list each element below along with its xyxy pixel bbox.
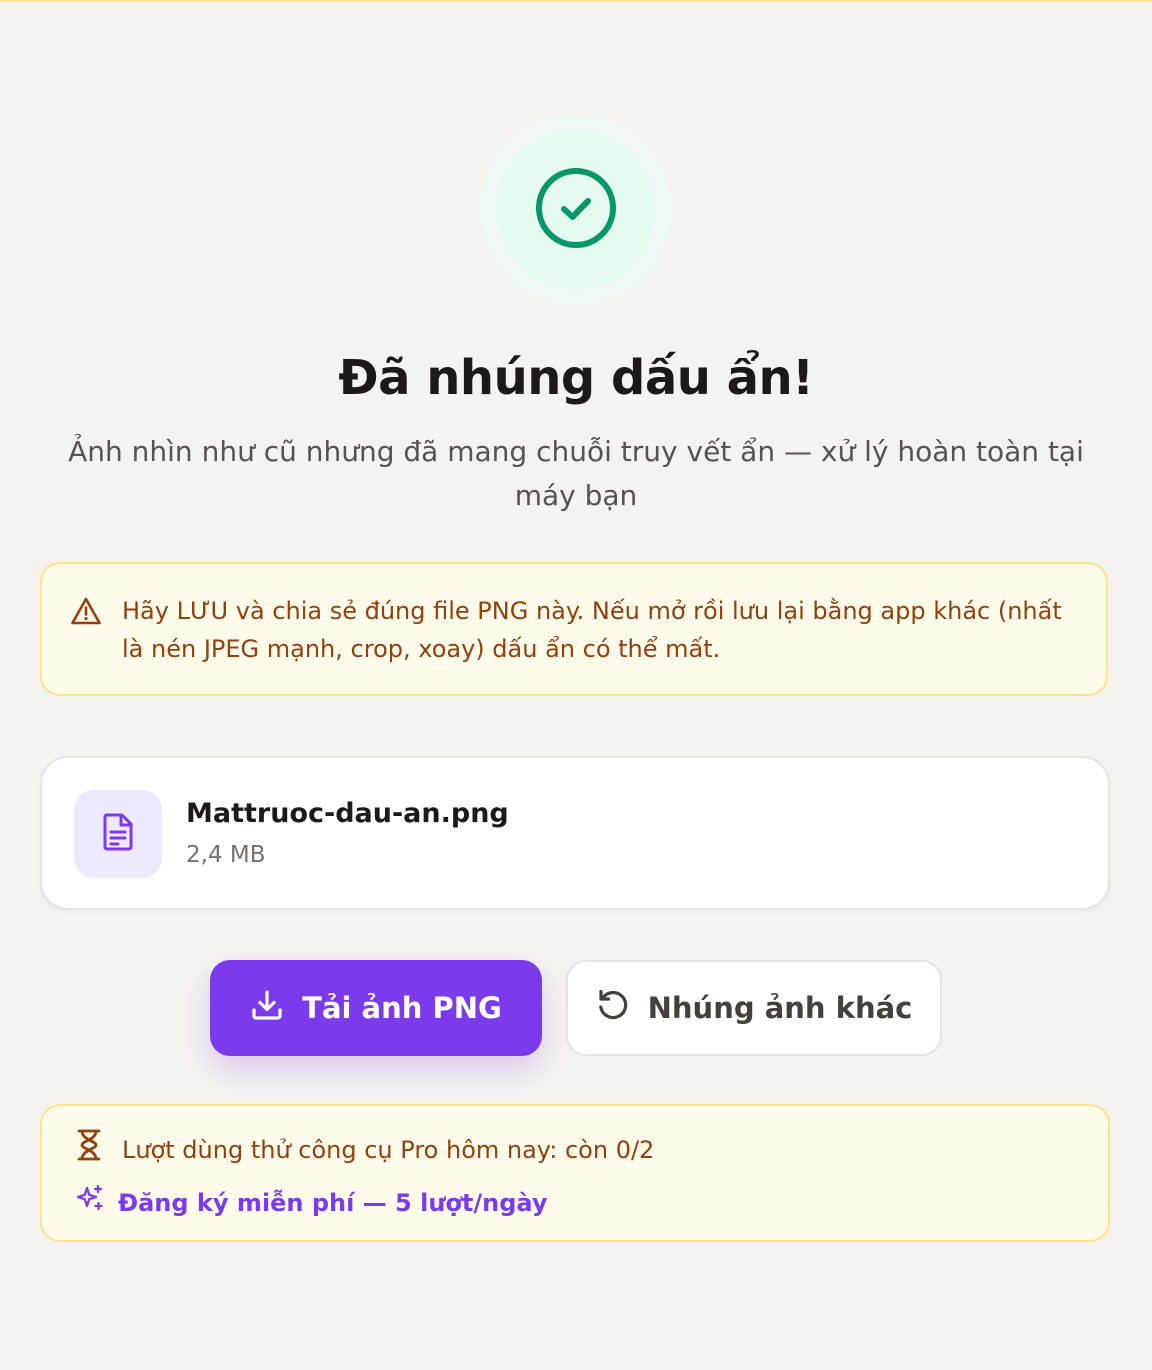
page-subtitle: Ảnh nhìn như cũ nhưng đã mang chuỗi truy… (68, 435, 1084, 512)
output-file-card: Mattruoc-dau-an.png 2,4 MB (40, 756, 1110, 910)
success-badge (480, 114, 672, 306)
download-png-button[interactable]: Tải ảnh PNG (210, 960, 542, 1056)
sparkles-icon (76, 1184, 104, 1222)
save-warning-banner: Hãy LƯU và chia sẻ đúng file PNG này. Nế… (40, 562, 1108, 696)
quota-banner: Lượt dùng thử công cụ Pro hôm nay: còn 0… (40, 1104, 1110, 1242)
file-name: Mattruoc-dau-an.png (186, 798, 509, 829)
file-size: 2,4 MB (186, 842, 266, 868)
download-button-label: Tải ảnh PNG (302, 991, 502, 1025)
rotate-ccw-icon (596, 988, 630, 1029)
file-icon-tile (74, 790, 162, 878)
signup-free-link[interactable]: Đăng ký miễn phí — 5 lượt/ngày (76, 1184, 548, 1222)
embed-another-button[interactable]: Nhúng ảnh khác (566, 960, 942, 1056)
download-icon (250, 988, 284, 1029)
page-title: Đã nhúng dấu ẩn! (338, 350, 814, 406)
warning-text: Hãy LƯU và chia sẻ đúng file PNG này. Nế… (122, 597, 1062, 663)
alert-triangle-icon (70, 596, 102, 630)
check-circle-icon (534, 166, 618, 254)
embed-another-label: Nhúng ảnh khác (647, 991, 913, 1025)
top-accent-line (0, 0, 1152, 2)
quota-text: Lượt dùng thử công cụ Pro hôm nay: còn 0… (122, 1136, 655, 1164)
success-badge-inner (496, 130, 656, 290)
file-text-icon (100, 812, 136, 856)
hourglass-icon (76, 1128, 102, 1172)
signup-label: Đăng ký miễn phí — 5 lượt/ngày (118, 1189, 548, 1217)
quota-row: Lượt dùng thử công cụ Pro hôm nay: còn 0… (76, 1128, 654, 1172)
